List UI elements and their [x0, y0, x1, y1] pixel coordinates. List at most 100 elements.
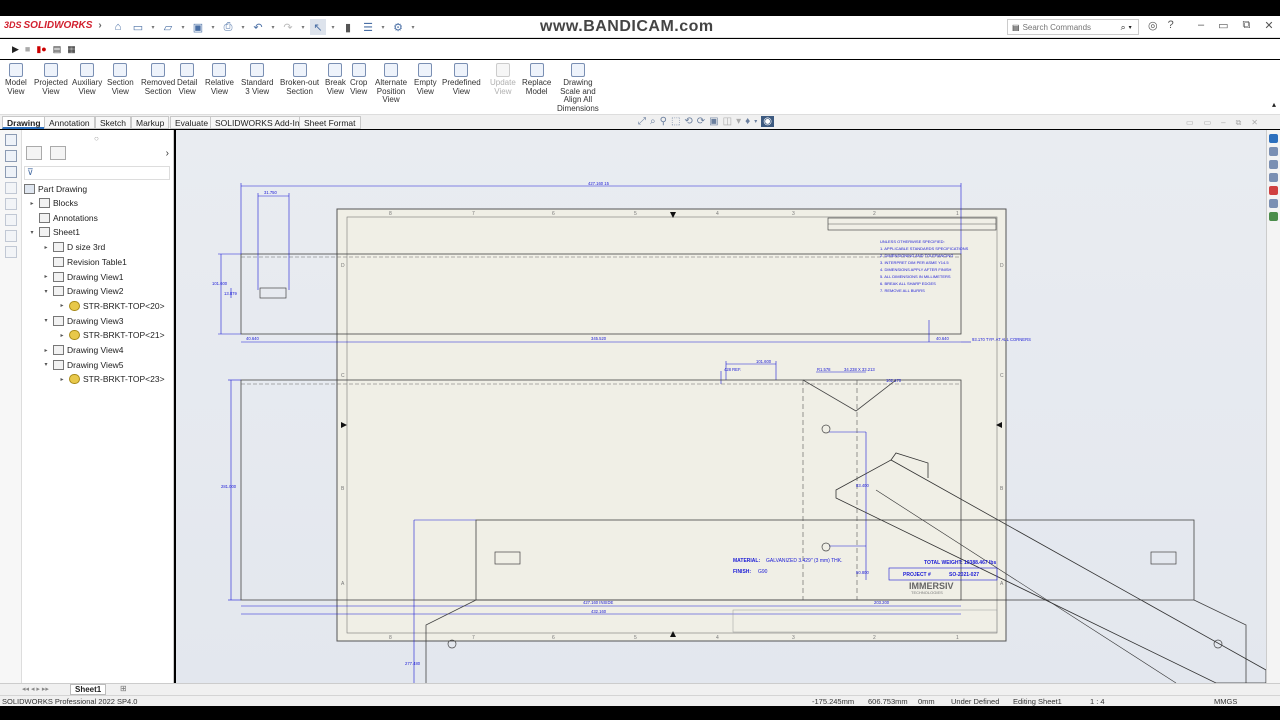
tile-icon[interactable]: ⧉: [1243, 19, 1251, 32]
view-restore-icon[interactable]: ⧉: [1236, 118, 1242, 128]
ribbon-button-3[interactable]: Section View: [107, 63, 134, 96]
ribbon-button-4[interactable]: Removed Section: [141, 63, 175, 96]
tree-item[interactable]: ▸ Blocks: [28, 196, 78, 210]
ribbon-button-8[interactable]: Broken-out Section: [280, 63, 319, 96]
ribbon-button-0[interactable]: Model View: [5, 63, 27, 96]
print-icon[interactable]: ⎙: [220, 19, 236, 35]
ribbon-button-9[interactable]: Break View: [325, 63, 346, 96]
feature-manager-tab-icon[interactable]: [26, 146, 42, 160]
tab-evaluate[interactable]: Evaluate: [170, 116, 214, 129]
stop-macro-icon[interactable]: ■: [25, 44, 30, 54]
ribbon-button-6[interactable]: Relative View: [205, 63, 234, 96]
new-macro-icon[interactable]: ▤: [53, 44, 62, 55]
ribbon-button-2[interactable]: Auxiliary View: [72, 63, 102, 96]
rebuild-icon[interactable]: ▮: [340, 19, 356, 35]
run-macro-icon[interactable]: ▶: [12, 44, 19, 55]
file-properties-icon[interactable]: ☰: [360, 19, 376, 35]
ribbon-button-16[interactable]: Drawing Scale and Align All Dimensions: [557, 63, 599, 113]
file-explorer-icon[interactable]: [1269, 160, 1278, 169]
design-library-icon[interactable]: [1269, 147, 1278, 156]
status-units[interactable]: MMGS: [1214, 697, 1237, 706]
collapse-arrow-icon[interactable]: ▾: [42, 361, 50, 368]
hide-show-icon[interactable]: ◫: [723, 116, 732, 127]
tab-sheet-format[interactable]: Sheet Format: [299, 116, 361, 129]
search-icon[interactable]: ⌕: [1121, 22, 1126, 33]
appearance-icon[interactable]: ♦: [745, 116, 750, 127]
view-close-icon[interactable]: ✕: [1251, 118, 1258, 128]
tree-item[interactable]: ▾ Drawing View3: [42, 314, 124, 328]
status-scale[interactable]: 1 : 4: [1090, 697, 1105, 706]
ribbon-button-12[interactable]: Empty View: [414, 63, 437, 96]
search-input[interactable]: [1022, 22, 1121, 32]
text-tool-icon[interactable]: [4, 166, 17, 178]
balloon-tool-icon[interactable]: [4, 150, 17, 162]
expand-arrow-icon[interactable]: ▸: [28, 200, 36, 207]
hole-callout-icon[interactable]: [4, 246, 17, 258]
datum-tool-icon[interactable]: [4, 182, 17, 194]
open-caret-icon[interactable]: ▾: [180, 24, 186, 31]
minimize-icon[interactable]: –: [1198, 19, 1204, 32]
tree-item[interactable]: ▾ Drawing View5: [42, 358, 124, 372]
record-macro-icon[interactable]: ▮●: [36, 44, 46, 55]
tree-item[interactable]: Revision Table1: [42, 255, 127, 269]
solidworks-forum-icon[interactable]: [1269, 212, 1278, 221]
note-tool-icon[interactable]: [4, 134, 17, 146]
solidworks-logo[interactable]: 3DS SOLIDWORKS ›: [4, 20, 102, 31]
custom-properties-icon[interactable]: [1269, 199, 1278, 208]
appearances-icon[interactable]: [1269, 186, 1278, 195]
ribbon-button-15[interactable]: Replace Model: [522, 63, 551, 96]
add-sheet-icon[interactable]: ⊞: [120, 684, 127, 693]
previous-view-icon[interactable]: ▣: [709, 116, 718, 127]
pan-icon[interactable]: ⟳: [697, 116, 705, 127]
help-icon[interactable]: ?: [1168, 19, 1174, 32]
tree-item[interactable]: ▸ STR-BRKT-TOP<20>: [58, 299, 165, 313]
collapse-arrow-icon[interactable]: ▾: [42, 288, 50, 295]
restore-icon[interactable]: ▭: [1218, 19, 1228, 32]
expand-arrow-icon[interactable]: ▸: [42, 244, 50, 251]
tab-solidworks-add-ins[interactable]: SOLIDWORKS Add-Ins: [210, 116, 309, 129]
tab-drawing[interactable]: Drawing: [2, 116, 46, 129]
zoom-sheet-icon[interactable]: ⬚: [671, 116, 680, 127]
redo-icon[interactable]: ↷: [280, 19, 296, 35]
zoom-to-area-icon[interactable]: ⌕: [650, 116, 656, 127]
select-caret-icon[interactable]: ▾: [330, 24, 336, 31]
tree-filter[interactable]: ⊽: [24, 166, 170, 180]
collapse-panel-icon[interactable]: ›: [166, 148, 169, 159]
sheet-nav-icons[interactable]: ◂◂ ◂ ▸ ▸▸: [22, 685, 49, 693]
ribbon-collapse-icon[interactable]: ▴: [1272, 100, 1276, 109]
ribbon-button-10[interactable]: Crop View: [350, 63, 367, 96]
redo-caret-icon[interactable]: ▾: [300, 24, 306, 31]
scene-icon[interactable]: ◉: [761, 116, 774, 127]
split-view-icon[interactable]: ▭: [1204, 118, 1212, 128]
view-palette-icon[interactable]: [1269, 173, 1278, 182]
panel-grip-icon[interactable]: ○: [94, 134, 99, 143]
tab-markup[interactable]: Markup: [131, 116, 170, 129]
tree-item[interactable]: ▸ STR-BRKT-TOP<23>: [58, 372, 165, 386]
resources-icon[interactable]: [1269, 134, 1278, 143]
zoom-to-fit-icon[interactable]: ⤢: [638, 116, 646, 127]
open-folder-icon[interactable]: ▱: [160, 19, 176, 35]
undo-caret-icon[interactable]: ▾: [270, 24, 276, 31]
ribbon-button-5[interactable]: Detail View: [177, 63, 197, 96]
ribbon-button-11[interactable]: Alternate Position View: [375, 63, 407, 105]
options-caret-icon[interactable]: ▾: [410, 24, 416, 31]
home-icon[interactable]: ⌂: [110, 19, 126, 35]
appearance-caret-icon[interactable]: ▾: [754, 118, 757, 125]
tab-sketch[interactable]: Sketch: [95, 116, 131, 129]
collapse-arrow-icon[interactable]: ▾: [42, 317, 50, 324]
print-caret-icon[interactable]: ▾: [240, 24, 246, 31]
view-minimize-icon[interactable]: –: [1221, 118, 1225, 128]
tree-item[interactable]: ▸ Drawing View4: [42, 343, 124, 357]
new-caret-icon[interactable]: ▾: [150, 24, 156, 31]
tree-item[interactable]: ▾ Drawing View2: [42, 284, 124, 298]
expand-arrow-icon[interactable]: ▸: [58, 376, 66, 383]
options-gear-icon[interactable]: ⚙: [390, 19, 406, 35]
tree-item[interactable]: Annotations: [28, 211, 98, 225]
collapse-arrow-icon[interactable]: ▾: [28, 229, 36, 236]
ribbon-button-1[interactable]: Projected View: [34, 63, 68, 96]
ribbon-button-7[interactable]: Standard 3 View: [241, 63, 273, 96]
save-caret-icon[interactable]: ▾: [210, 24, 216, 31]
tree-item[interactable]: ▾ Sheet1: [28, 225, 80, 239]
weld-tool-icon[interactable]: [4, 230, 17, 242]
new-document-icon[interactable]: ▭: [130, 19, 146, 35]
